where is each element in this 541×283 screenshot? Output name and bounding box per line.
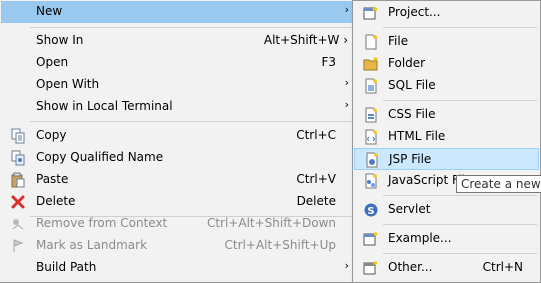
svg-text:S: S (367, 206, 374, 217)
menu-item-show-in-local-terminal[interactable]: Show in Local Terminal › (1, 96, 354, 118)
menu-separator (383, 100, 537, 101)
submenu-arrow-icon: › (344, 98, 349, 111)
menu-item-label: Example... (388, 231, 452, 245)
sql-file-icon (363, 78, 379, 94)
menu-separator (383, 195, 537, 196)
submenu-item-file[interactable]: File (354, 31, 539, 53)
menu-separator (383, 224, 537, 225)
menu-item-copy[interactable]: Copy Ctrl+C (1, 125, 354, 147)
menu-item-label: Build Path (36, 260, 97, 274)
menu-item-shortcut: Ctrl+N (482, 260, 523, 274)
menu-item-shortcut: Ctrl+C (296, 128, 336, 142)
menu-item-label: Servlet (388, 202, 431, 216)
menu-separator (30, 121, 352, 122)
menu-item-mark-as-landmark: Mark as Landmark Ctrl+Alt+Shift+Up (1, 235, 354, 257)
menu-item-shortcut: Alt+Shift+W › (263, 33, 348, 47)
submenu-item-project[interactable]: Project... (354, 2, 539, 24)
menu-item-delete[interactable]: Delete Delete (1, 191, 354, 213)
folder-icon (363, 56, 379, 72)
menu-item-shortcut: Delete (296, 194, 336, 208)
menu-item-label: Copy Qualified Name (36, 150, 164, 164)
delete-icon (10, 194, 26, 210)
javascript-file-icon (363, 173, 379, 189)
submenu-item-example[interactable]: Example... (354, 228, 539, 250)
html-file-icon (363, 129, 379, 145)
submenu-item-folder[interactable]: Folder (354, 53, 539, 75)
example-icon (363, 231, 379, 247)
submenu-item-sql-file[interactable]: SQL File (354, 75, 539, 97)
submenu-item-css-file[interactable]: CSS File (354, 104, 539, 126)
menu-item-copy-qualified-name[interactable]: Copy Qualified Name (1, 147, 354, 169)
menu-item-remove-from-context: Remove from Context Ctrl+Alt+Shift+Down (1, 213, 354, 235)
submenu-item-html-file[interactable]: HTML File (354, 126, 539, 148)
jsp-file-icon (364, 152, 380, 168)
copy-qualified-icon (10, 150, 26, 166)
menu-item-label: Open With (36, 77, 100, 91)
menu-separator (383, 253, 537, 254)
menu-item-label: Delete (36, 194, 76, 208)
menu-item-label: Open (36, 55, 69, 69)
menu-item-build-path[interactable]: Build Path › (1, 257, 354, 279)
menu-item-label: Other... (388, 260, 433, 274)
menu-item-label: New (36, 4, 63, 18)
new-submenu: Project... File Folder SQL File CSS File… (352, 0, 541, 283)
menu-item-new[interactable]: New › (1, 1, 354, 23)
submenu-item-jsp-file[interactable]: JSP File (354, 148, 539, 170)
menu-item-label: HTML File (388, 129, 446, 143)
submenu-arrow-icon: › (344, 3, 349, 16)
menu-item-label: Show In (36, 33, 84, 47)
submenu-item-other[interactable]: Other... Ctrl+N (354, 257, 539, 279)
menu-item-label: CSS File (388, 107, 436, 121)
menu-item-show-in[interactable]: Show In Alt+Shift+W › (1, 30, 354, 52)
project-icon (363, 5, 379, 21)
menu-item-label: Mark as Landmark (36, 238, 148, 252)
menu-item-label: JSP File (389, 152, 432, 166)
menu-item-label: Copy (36, 128, 67, 142)
menu-item-label: SQL File (388, 78, 436, 92)
menu-item-paste[interactable]: Paste Ctrl+V (1, 169, 354, 191)
copy-icon (10, 128, 26, 144)
menu-item-shortcut: Ctrl+Alt+Shift+Down (206, 216, 336, 230)
submenu-arrow-icon: › (344, 259, 349, 272)
landmark-icon (10, 238, 26, 254)
paste-icon (10, 172, 26, 188)
menu-item-shortcut: F3 (321, 55, 336, 69)
menu-separator (30, 27, 352, 28)
menu-item-open[interactable]: Open F3 (1, 52, 354, 74)
css-file-icon (363, 107, 379, 123)
menu-item-label: Paste (36, 172, 69, 186)
menu-item-label: Show in Local Terminal (36, 99, 173, 113)
menu-item-label: Folder (388, 56, 426, 70)
servlet-icon: S (363, 202, 379, 218)
menu-item-label: File (388, 34, 409, 48)
submenu-arrow-icon: › (344, 76, 349, 89)
menu-item-label: Project... (388, 5, 441, 19)
context-menu: New › Show In Alt+Shift+W › Open F3 Open… (0, 0, 356, 283)
menu-item-shortcut: Ctrl+V (296, 172, 336, 186)
remove-context-icon (10, 216, 26, 232)
menu-item-shortcut: Ctrl+Alt+Shift+Up (224, 238, 336, 252)
file-icon (363, 34, 379, 50)
menu-separator (383, 27, 537, 28)
menu-item-label: Remove from Context (36, 216, 168, 230)
submenu-item-servlet[interactable]: S Servlet (354, 199, 539, 221)
tooltip: Create a new JSP file (456, 175, 541, 193)
other-icon (363, 260, 379, 276)
menu-item-open-with[interactable]: Open With › (1, 74, 354, 96)
